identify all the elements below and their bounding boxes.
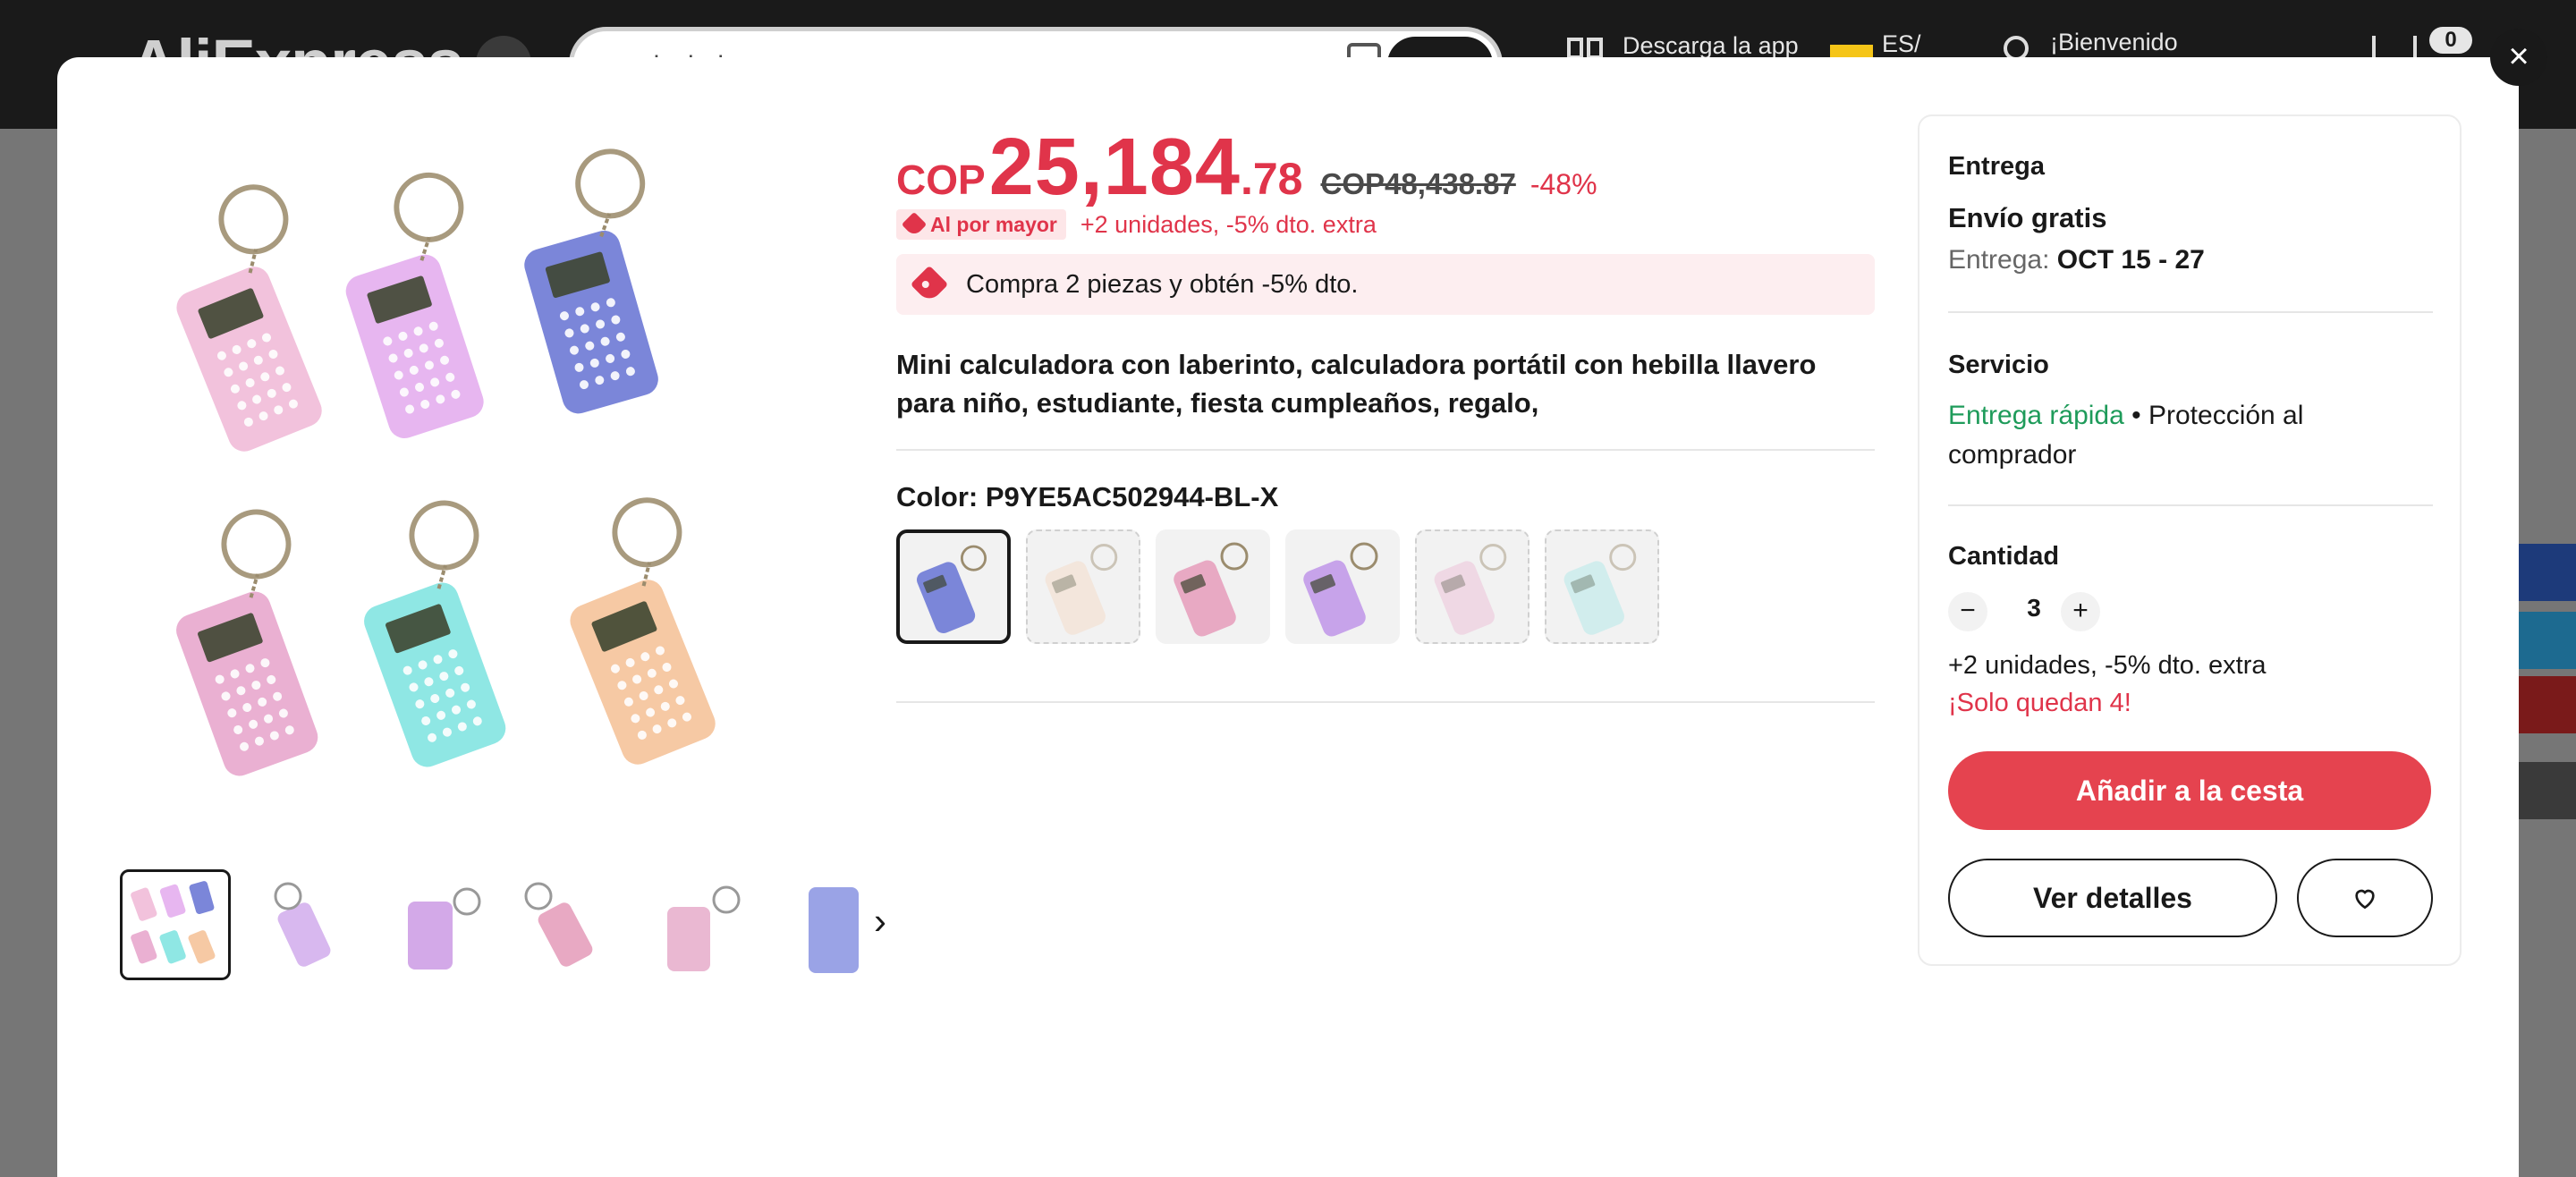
quantity-value[interactable]: 3 — [2014, 594, 2054, 622]
bulk-badge-label: Al por mayor — [930, 212, 1057, 236]
color-swatch-5[interactable] — [1415, 529, 1530, 644]
swatch-image — [1174, 542, 1249, 637]
price-currency: COP — [896, 157, 986, 203]
buyer-protection-line-2[interactable]: comprador — [1948, 440, 2076, 470]
color-swatch-6[interactable] — [1545, 529, 1659, 644]
price-row: COP 25,184 .78 COP48,438.87 -48% — [896, 122, 1597, 214]
language-selector[interactable]: ES/ — [1882, 30, 1921, 58]
price-tag-icon — [901, 211, 928, 238]
qr-code-icon — [1567, 38, 1608, 59]
buyer-protection-link[interactable]: • Protección al — [2124, 401, 2303, 430]
discount-percent: -48% — [1530, 168, 1597, 200]
divider — [896, 701, 1875, 703]
bulk-note: +2 unidades, -5% dto. extra — [1948, 651, 2267, 680]
delivery-label: Entrega: — [1948, 245, 2057, 275]
divider — [896, 449, 1875, 451]
welcome-link[interactable]: ¡Bienvenido — [2050, 29, 2178, 56]
swatch-image — [1563, 544, 1637, 635]
close-icon[interactable]: × — [2490, 29, 2547, 86]
thumbnail-2[interactable] — [250, 869, 361, 980]
bulk-badge: Al por mayor — [896, 209, 1066, 240]
free-shipping: Envío gratis — [1948, 202, 2107, 233]
thumbnail-3[interactable] — [381, 869, 492, 980]
swatch-image — [1303, 542, 1378, 637]
heart-icon — [2355, 889, 2375, 910]
quantity-increase-button[interactable]: + — [2061, 592, 2100, 631]
view-details-button[interactable]: Ver detalles — [1948, 859, 2277, 937]
promo-text: Compra 2 piezas y obtén -5% dto. — [966, 269, 1359, 299]
thumbnail-5[interactable] — [642, 869, 753, 980]
product-main-image — [136, 147, 905, 862]
price-integer: 25,184 — [988, 123, 1241, 212]
divider — [1948, 311, 2433, 313]
fast-delivery-link[interactable]: Entrega rápida — [1948, 401, 2124, 430]
promo-banner: Compra 2 piezas y obtén -5% dto. — [896, 254, 1875, 315]
share-facebook-button[interactable] — [2519, 544, 2576, 601]
price-decimal: .78 — [1240, 154, 1303, 204]
swatch-image — [1434, 544, 1507, 635]
share-twitter-button[interactable] — [2519, 612, 2576, 669]
delivery-dates: OCT 15 - 27 — [2056, 245, 2205, 275]
thumbnail-1[interactable] — [120, 869, 231, 980]
color-label: Color: P9YE5AC502944-BL-X — [896, 481, 1279, 512]
add-to-cart-button[interactable]: Añadir a la cesta — [1948, 751, 2431, 830]
color-swatch-1[interactable] — [896, 529, 1011, 644]
divider — [1948, 504, 2433, 506]
share-pinterest-button[interactable] — [2519, 676, 2576, 733]
download-app-link[interactable]: Descarga la app — [1623, 32, 1799, 60]
bulk-discount-text: +2 unidades, -5% dto. extra — [1080, 210, 1377, 238]
price-tag-icon — [910, 265, 949, 304]
color-swatch-3[interactable] — [1156, 529, 1270, 644]
product-title[interactable]: Mini calculadora con laberinto, calculad… — [896, 345, 1877, 422]
quantity-decrease-button[interactable]: − — [1948, 592, 1987, 631]
service-line-1: Entrega rápida • Protección al — [1948, 401, 2303, 431]
original-price: COP48,438.87 — [1320, 167, 1516, 200]
color-swatches — [896, 529, 1674, 644]
swatch-image — [1045, 544, 1118, 635]
delivery-estimate: Entrega: OCT 15 - 27 — [1948, 245, 2205, 275]
thumbnail-4[interactable] — [512, 869, 623, 980]
service-heading: Servicio — [1948, 351, 2049, 379]
thumbnail-strip: › — [120, 868, 914, 984]
chevron-right-icon[interactable]: › — [860, 902, 900, 944]
color-swatch-4[interactable] — [1285, 529, 1400, 644]
bulk-row: Al por mayor +2 unidades, -5% dto. extra — [896, 209, 1377, 240]
cart-count-badge: 0 — [2429, 27, 2472, 54]
share-more-button[interactable] — [2519, 762, 2576, 819]
purchase-panel: Entrega Envío gratis Entrega: OCT 15 - 2… — [1918, 114, 2462, 966]
swatch-image — [916, 545, 987, 634]
color-swatch-2[interactable] — [1026, 529, 1140, 644]
quantity-heading: Cantidad — [1948, 542, 2060, 571]
wishlist-button[interactable] — [2297, 859, 2433, 937]
delivery-heading: Entrega — [1948, 152, 2045, 181]
stock-note: ¡Solo quedan 4! — [1948, 689, 2131, 717]
